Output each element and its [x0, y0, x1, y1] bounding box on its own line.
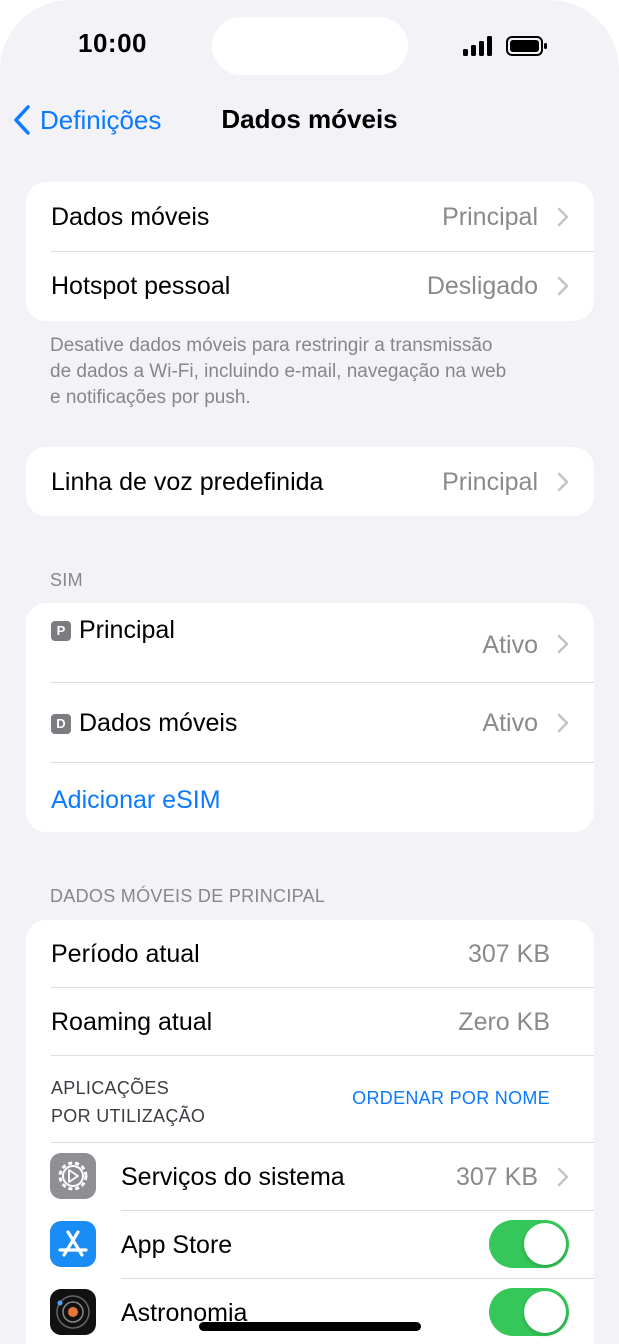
row-label: Hotspot pessoal [51, 272, 231, 300]
app-row-astronomy: Astronomia [26, 1279, 594, 1344]
dynamic-island [212, 17, 408, 75]
usage-section-header: DADOS MÓVEIS DE PRINCIPAL [50, 886, 326, 906]
cellular-settings-group: Dados móveis Principal Hotspot pessoal D… [26, 182, 594, 321]
sim-line-label: P Principal [51, 616, 175, 645]
sim-line-name: Dados móveis [79, 709, 238, 737]
apps-header-line: APLICAÇÕES [51, 1078, 170, 1098]
chevron-right-icon [557, 207, 569, 227]
cellular-footer-note: Desative dados móveis para restringir a … [50, 333, 580, 411]
sim-line-name: Principal [79, 616, 175, 644]
row-hotspot[interactable]: Hotspot pessoal Desligado [26, 252, 594, 321]
app-store-toggle[interactable] [489, 1220, 569, 1268]
sim-line-principal[interactable]: P Principal Ativo [26, 603, 594, 682]
sim-line-dados[interactable]: D Dados móveis Ativo [26, 683, 594, 762]
row-current-period: Período atual 307 KB [26, 920, 594, 987]
app-row-app-store: App Store [26, 1211, 594, 1278]
astronomy-toggle[interactable] [489, 1288, 569, 1336]
row-value: Zero KB [458, 1008, 550, 1036]
row-label: Roaming atual [51, 1008, 213, 1036]
chevron-right-icon [557, 1167, 569, 1187]
usage-group: Período atual 307 KB Roaming atual Zero … [26, 920, 594, 1344]
app-row-system-services[interactable]: Serviços do sistema 307 KB [26, 1143, 594, 1210]
cellular-signal-icon [463, 36, 492, 56]
row-label: Linha de voz predefinida [51, 468, 324, 496]
row-current-roaming: Roaming atual Zero KB [26, 988, 594, 1055]
sim-line-status: Ativo [482, 709, 538, 737]
sim-badge-p: P [51, 621, 71, 641]
gear-icon [50, 1153, 96, 1199]
footer-line: e notificações por push. [50, 387, 251, 408]
sort-by-name-button[interactable]: ORDENAR POR NOME [352, 1088, 550, 1109]
row-default-voice-line[interactable]: Linha de voz predefinida Principal [26, 447, 594, 516]
status-time: 10:00 [78, 28, 147, 58]
toggle-knob [524, 1291, 566, 1333]
page-title: Dados móveis [0, 104, 619, 135]
row-value: 307 KB [467, 940, 550, 968]
voice-line-group: Linha de voz predefinida Principal [26, 447, 594, 516]
sim-section-header: SIM [50, 570, 83, 590]
chevron-right-icon [557, 713, 569, 733]
sim-line-label: D Dados móveis [51, 709, 237, 738]
add-esim-label: Adicionar eSIM [51, 786, 221, 814]
row-value: Principal [442, 468, 538, 496]
app-store-icon [50, 1221, 96, 1267]
page-title-text: Dados móveis [221, 104, 398, 134]
row-label: Período atual [51, 940, 200, 968]
apps-by-usage-header: APLICAÇÕES POR UTILIZAÇÃO ORDENAR POR NO… [26, 1056, 594, 1142]
app-usage-value: 307 KB [455, 1163, 538, 1191]
apps-header-line: POR UTILIZAÇÃO [51, 1106, 206, 1126]
apps-header-label: APLICAÇÕES POR UTILIZAÇÃO [51, 1074, 205, 1130]
sim-badge-d: D [51, 714, 71, 734]
battery-icon [506, 36, 547, 56]
chevron-right-icon [557, 472, 569, 492]
footer-line: Desative dados móveis para restringir a … [50, 335, 493, 356]
row-label: Dados móveis [51, 203, 210, 231]
app-name: App Store [121, 1231, 233, 1259]
chevron-right-icon [557, 276, 569, 296]
footer-line: de dados a Wi-Fi, incluindo e-mail, nave… [50, 361, 507, 382]
sim-line-status: Ativo [482, 631, 538, 659]
add-esim-button[interactable]: Adicionar eSIM [26, 763, 594, 832]
astronomy-icon [50, 1289, 96, 1335]
app-name: Serviços do sistema [121, 1163, 345, 1191]
row-dados-moveis[interactable]: Dados móveis Principal [26, 182, 594, 251]
row-value: Desligado [426, 272, 538, 300]
home-indicator[interactable] [199, 1322, 421, 1331]
sim-group: P Principal Ativo D Dados móveis Ativo Adi… [26, 603, 594, 832]
row-value: Principal [442, 203, 538, 231]
toggle-knob [524, 1223, 566, 1265]
phone-screen: 10:00 Definições Dados móveis Dados móve… [0, 0, 619, 1344]
chevron-right-icon [557, 634, 569, 654]
